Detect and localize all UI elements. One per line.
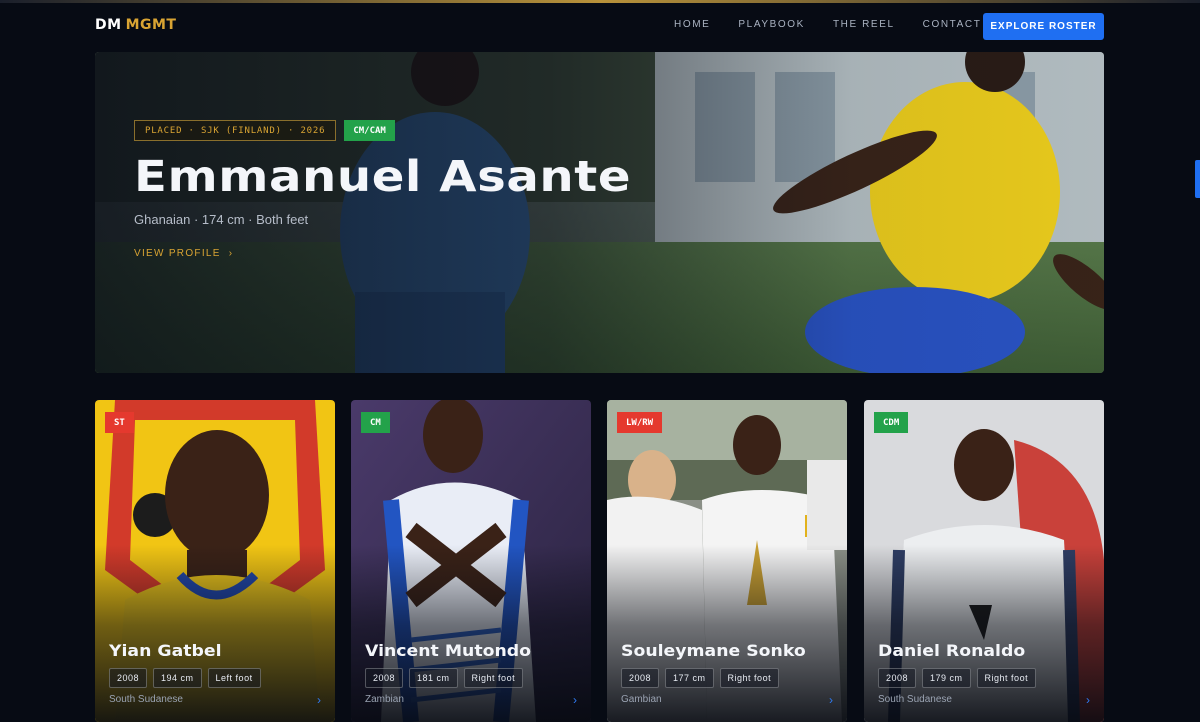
hero-featured-player: PLACED · SJK (FINLAND) · 2026 CM/CAM Emm… (95, 52, 1104, 373)
birth-year-chip: 2008 (621, 668, 660, 688)
player-stats: 2008 194 cm Left foot (109, 668, 261, 688)
player-stats: 2008 177 cm Right foot (621, 668, 780, 688)
placement-tag: PLACED · SJK (FINLAND) · 2026 (134, 120, 337, 141)
side-scroll-tab[interactable] (1195, 160, 1200, 198)
chevron-right-icon[interactable]: › (1086, 693, 1090, 707)
position-badge: CDM (874, 412, 909, 433)
player-name: Daniel Ronaldo (878, 641, 1026, 660)
nav-link-playbook[interactable]: PLAYBOOK (738, 19, 805, 30)
height-chip: 194 cm (153, 668, 202, 688)
player-nationality: Gambian (621, 694, 662, 705)
chevron-right-icon: › (228, 248, 234, 259)
player-nationality: Zambian (365, 694, 404, 705)
foot-chip: Right foot (976, 668, 1037, 688)
nav-link-the-reel[interactable]: THE REEL (833, 19, 895, 30)
brand-logo-mgmt: MGMT (125, 17, 177, 33)
nav-link-contact[interactable]: CONTACT (923, 19, 982, 30)
player-card[interactable]: CM Vincent Mutondo 2008 181 cm Right foo… (351, 400, 591, 722)
chevron-right-icon[interactable]: › (317, 693, 321, 707)
foot-chip: Left foot (207, 668, 261, 688)
height-chip: 181 cm (409, 668, 458, 688)
foot-chip: Right foot (463, 668, 524, 688)
nav-link-home[interactable]: HOME (674, 19, 710, 30)
foot-chip: Right foot (719, 668, 780, 688)
player-name: Souleymane Sonko (621, 641, 806, 660)
player-stats: 2008 179 cm Right foot (878, 668, 1037, 688)
position-badge: CM (361, 412, 390, 433)
view-profile-label: VIEW PROFILE (134, 248, 221, 259)
brand-logo[interactable]: DM MGMT (95, 17, 176, 33)
chevron-right-icon[interactable]: › (573, 693, 577, 707)
position-badge: ST (105, 412, 134, 433)
player-card[interactable]: LW/RW Souleymane Sonko 2008 177 cm Right… (607, 400, 847, 722)
nav-links: HOME PLAYBOOK THE REEL CONTACT (674, 19, 1009, 30)
position-tag: CM/CAM (344, 120, 395, 141)
player-card[interactable]: CDM Daniel Ronaldo 2008 179 cm Right foo… (864, 400, 1104, 722)
player-card[interactable]: ST Yian Gatbel 2008 194 cm Left foot Sou… (95, 400, 335, 722)
player-nationality: South Sudanese (109, 694, 183, 705)
hero-player-name: Emmanuel Asante (134, 152, 632, 202)
height-chip: 177 cm (665, 668, 714, 688)
view-profile-link[interactable]: VIEW PROFILE › (134, 248, 233, 259)
hero-player-meta: Ghanaian · 174 cm · Both feet (134, 212, 309, 227)
hero-tags: PLACED · SJK (FINLAND) · 2026 CM/CAM (134, 120, 395, 141)
brand-logo-dm: DM (95, 17, 122, 33)
player-nationality: South Sudanese (878, 694, 952, 705)
top-navigation: DM MGMT HOME PLAYBOOK THE REEL CONTACT EX… (0, 3, 1200, 50)
player-stats: 2008 181 cm Right foot (365, 668, 524, 688)
birth-year-chip: 2008 (365, 668, 404, 688)
birth-year-chip: 2008 (878, 668, 917, 688)
birth-year-chip: 2008 (109, 668, 148, 688)
explore-roster-button[interactable]: EXPLORE ROSTER (983, 13, 1104, 40)
player-roster-grid: ST Yian Gatbel 2008 194 cm Left foot Sou… (95, 400, 1104, 722)
player-name: Vincent Mutondo (365, 641, 532, 660)
position-badge: LW/RW (617, 412, 663, 433)
chevron-right-icon[interactable]: › (829, 693, 833, 707)
height-chip: 179 cm (922, 668, 971, 688)
player-name: Yian Gatbel (109, 641, 222, 660)
